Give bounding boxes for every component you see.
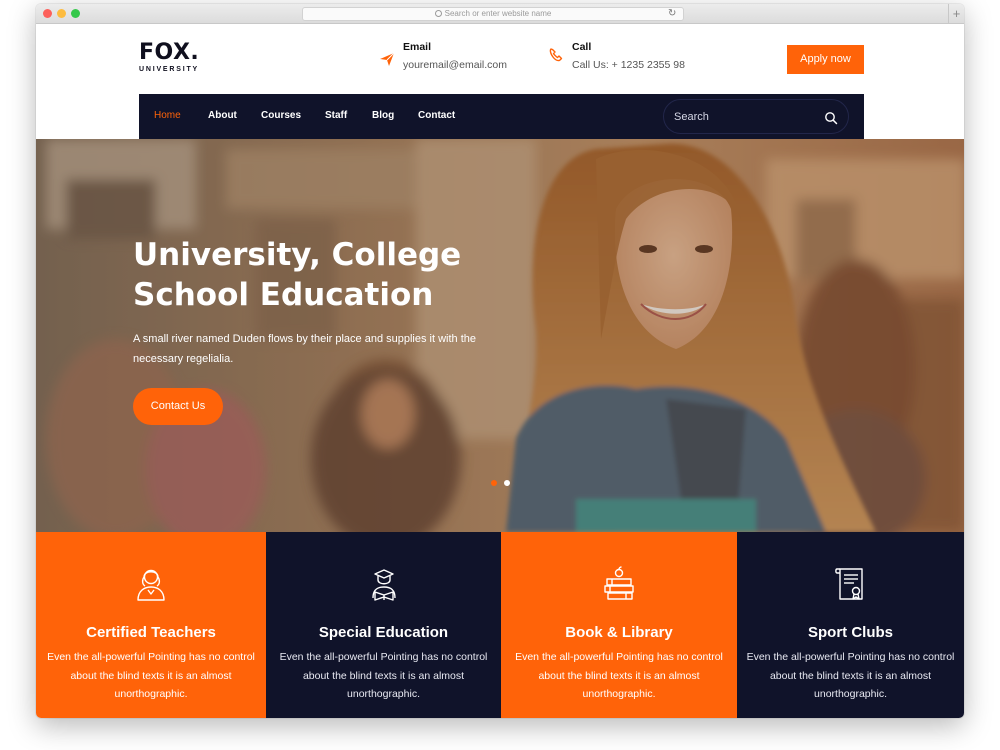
address-bar[interactable]: Search or enter website name: [302, 7, 684, 21]
nav-item-courses[interactable]: Courses: [261, 110, 301, 121]
site-search: [663, 99, 849, 134]
nav-item-staff[interactable]: Staff: [325, 110, 347, 121]
slider-dot-1[interactable]: [491, 480, 497, 486]
feature-card-special-education: Special Education Even the all-powerful …: [266, 532, 501, 718]
feature-title: Certified Teachers: [86, 624, 216, 641]
teacher-icon: [137, 569, 165, 601]
feature-card-sport-clubs: Sport Clubs Even the all-powerful Pointi…: [737, 532, 964, 718]
nav-item-about[interactable]: About: [208, 110, 237, 121]
feature-text: Even the all-powerful Pointing has no co…: [746, 651, 955, 700]
nav-item-contact[interactable]: Contact: [418, 110, 455, 121]
slider-dot-2[interactable]: [504, 480, 510, 486]
browser-toolbar: Search or enter website name ↻ +: [36, 4, 964, 24]
logo-wordmark: FOX.: [139, 40, 200, 65]
hero-title-line-1: University, College: [133, 237, 462, 273]
call-value[interactable]: Call Us: + 1235 2355 98: [572, 59, 685, 71]
nav-item-home[interactable]: Home: [154, 110, 181, 121]
hero-section: University, College School Education A s…: [36, 139, 964, 532]
feature-title: Sport Clubs: [808, 624, 893, 641]
feature-text: Even the all-powerful Pointing has no co…: [279, 651, 488, 700]
apply-now-button[interactable]: Apply now: [787, 45, 864, 74]
minimize-window-button[interactable]: [57, 9, 66, 18]
search-icon[interactable]: [824, 111, 838, 125]
search-icon: [434, 10, 442, 17]
nav-item-blog[interactable]: Blog: [372, 110, 394, 121]
site-header: FOX. UNIVERSITY Email youremail@email.co…: [36, 24, 964, 94]
contact-us-button[interactable]: Contact Us: [133, 388, 223, 425]
feature-title: Special Education: [318, 624, 449, 641]
hero-title-line-2: School Education: [133, 277, 434, 313]
paper-plane-icon: [380, 52, 395, 66]
call-title: Call: [572, 41, 592, 53]
feature-card-certified-teachers: Certified Teachers Even the all-powerful…: [36, 532, 266, 718]
feature-text: Even the all-powerful Pointing has no co…: [47, 651, 255, 700]
feature-title: Book & Library: [565, 624, 673, 641]
new-tab-button[interactable]: +: [948, 4, 964, 24]
logo-subtitle: UNIVERSITY: [139, 66, 200, 73]
feature-text: Even the all-powerful Pointing has no co…: [515, 651, 723, 700]
reload-icon[interactable]: ↻: [668, 8, 676, 20]
email-title: Email: [403, 41, 432, 53]
phone-icon: [549, 48, 563, 62]
site-logo[interactable]: FOX. UNIVERSITY: [139, 40, 200, 74]
features-section: Certified Teachers Even the all-powerful…: [36, 532, 964, 718]
feature-card-book-library: Book & Library Even the all-powerful Poi…: [501, 532, 737, 718]
books-icon: [604, 566, 634, 600]
student-reading-icon: [371, 569, 396, 601]
email-value[interactable]: youremail@email.com: [403, 59, 507, 71]
hero-description: A small river named Duden flows by their…: [133, 333, 477, 365]
main-nav: Home About Courses Staff Blog Contact: [139, 94, 864, 139]
maximize-window-button[interactable]: [71, 9, 80, 18]
browser-window: Search or enter website name ↻ + FOX. UN…: [36, 4, 964, 718]
address-placeholder: Search or enter website name: [444, 9, 552, 18]
hero-title: University, College School Education: [133, 235, 513, 315]
certificate-icon: [834, 568, 863, 600]
search-input[interactable]: [674, 109, 814, 125]
close-window-button[interactable]: [43, 9, 52, 18]
